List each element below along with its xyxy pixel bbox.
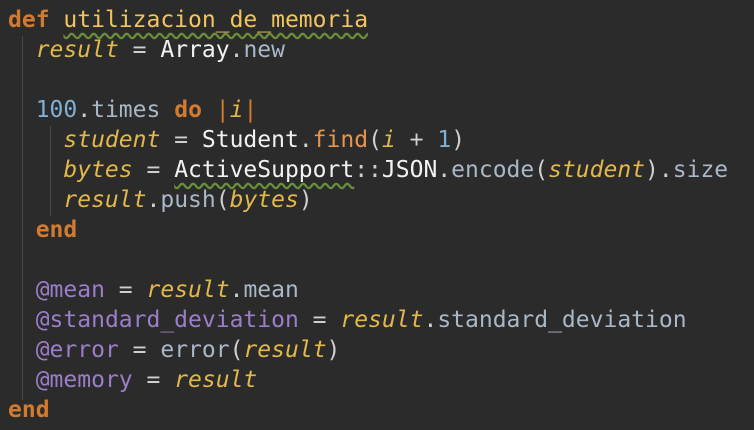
code-token: @mean <box>35 277 105 303</box>
code-token: i <box>229 97 244 123</box>
code-token: . <box>229 277 244 303</box>
code-token: def <box>8 7 50 33</box>
code-token: | <box>215 97 230 123</box>
code-token: . <box>437 157 452 183</box>
code-token: = <box>118 337 161 363</box>
code-token: mean <box>243 277 299 303</box>
code-token: | <box>243 97 258 123</box>
code-token: do <box>174 97 202 123</box>
code-token: push <box>160 187 216 213</box>
code-token: = <box>118 37 161 63</box>
code-token: utilizacion_de_memoria <box>63 7 369 33</box>
code-line: @standard_deviation = result.standard_de… <box>8 305 687 335</box>
code-editor[interactable]: def utilizacion_de_memoria result = Arra… <box>0 0 754 430</box>
code-token: . <box>77 97 92 123</box>
code-token: + <box>395 127 438 153</box>
code-token: :: <box>354 157 382 183</box>
code-token: result <box>340 307 424 333</box>
code-token: . <box>423 307 438 333</box>
code-token: bytes <box>63 157 133 183</box>
code-token: . <box>298 127 313 153</box>
code-token: @standard_deviation <box>35 307 299 333</box>
code-token: standard_deviation <box>437 307 687 333</box>
code-token: ( <box>534 157 549 183</box>
code-token: result <box>174 367 258 393</box>
code-token: @error <box>35 337 119 363</box>
code-token: @memory <box>35 367 133 393</box>
code-token: new <box>243 37 285 63</box>
code-token: ActiveSupport <box>174 157 355 183</box>
code-token: = <box>298 307 341 333</box>
code-token: ) <box>451 127 466 153</box>
code-token: encode <box>451 157 535 183</box>
code-line: result = Array.new <box>8 35 285 65</box>
code-token: end <box>8 397 50 423</box>
code-token: i <box>381 127 396 153</box>
code-token: JSON <box>381 157 438 183</box>
code-line: end <box>8 215 78 245</box>
code-line: @error = error(result) <box>8 335 341 365</box>
code-token: times <box>91 97 161 123</box>
code-token: student <box>63 127 161 153</box>
code-token: ) <box>326 337 341 363</box>
code-token: result <box>243 337 327 363</box>
code-token: ( <box>215 187 230 213</box>
code-token: = <box>160 127 202 153</box>
code-token: end <box>35 217 78 243</box>
code-token: = <box>132 367 175 393</box>
code-line: end <box>8 395 50 425</box>
code-token: = <box>104 277 147 303</box>
code-token: result <box>146 277 230 303</box>
code-token: = <box>132 157 175 183</box>
code-line: def utilizacion_de_memoria <box>8 5 368 35</box>
code-token: . <box>229 37 244 63</box>
code-token: find <box>312 127 369 153</box>
code-token: . <box>146 187 161 213</box>
code-token: 1 <box>437 127 452 153</box>
code-token: ) <box>298 187 313 213</box>
code-token: 100 <box>35 97 78 123</box>
code-token: result <box>63 187 147 213</box>
code-token: bytes <box>229 187 299 213</box>
code-token: error <box>160 337 230 363</box>
code-token: size <box>672 157 729 183</box>
code-token: ). <box>645 157 673 183</box>
code-token: Student <box>201 127 299 153</box>
code-line: @memory = result <box>8 365 258 395</box>
code-line: @mean = result.mean <box>8 275 299 305</box>
code-line: bytes = ActiveSupport::JSON.encode(stude… <box>8 155 728 185</box>
code-token: Array <box>160 37 230 63</box>
code-token: student <box>548 157 646 183</box>
code-line: result.push(bytes) <box>8 185 313 215</box>
code-line: 100.times do |i| <box>8 95 258 125</box>
code-token: ( <box>368 127 382 153</box>
code-line: student = Student.find(i + 1) <box>8 125 465 155</box>
code-token: result <box>35 37 119 63</box>
code-token: ( <box>229 337 244 363</box>
